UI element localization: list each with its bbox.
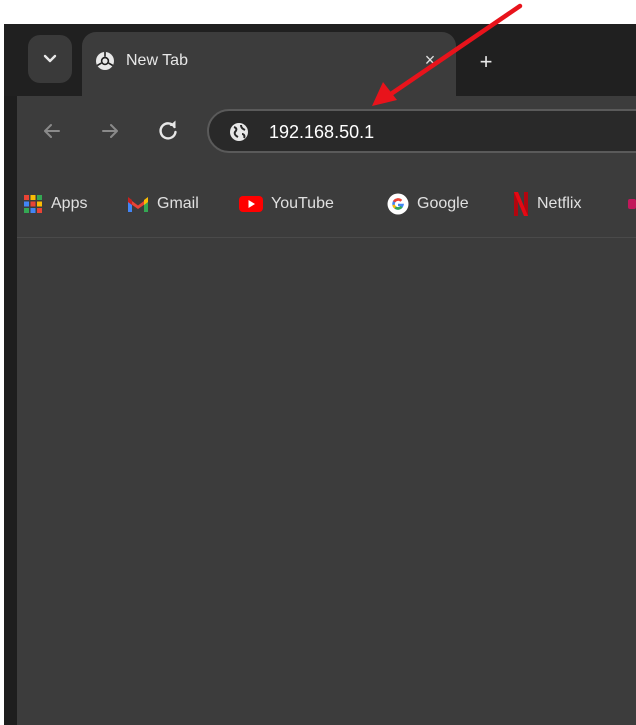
chevron-down-icon xyxy=(43,54,57,63)
chrome-icon xyxy=(96,52,114,70)
bookmark-label: Gmail xyxy=(157,195,199,212)
netflix-icon xyxy=(514,192,528,216)
tab-search-button[interactable] xyxy=(28,35,72,83)
bookmark-gmail[interactable]: Gmail xyxy=(127,192,199,216)
gmail-icon xyxy=(128,197,148,212)
youtube-icon xyxy=(239,196,263,212)
bookmark-label: Google xyxy=(417,195,469,212)
bookmark-netflix[interactable]: Netflix xyxy=(513,192,581,216)
page-content xyxy=(17,238,636,725)
annotation-arrow xyxy=(372,3,523,106)
bookmark-partial-icon xyxy=(628,199,636,209)
address-input[interactable]: 192.168.50.1 xyxy=(269,122,374,143)
toolbar: 192.168.50.1 xyxy=(17,96,636,166)
tab-strip: New Tab × + xyxy=(4,24,636,96)
bookmark-label: Apps xyxy=(51,195,88,212)
reload-icon[interactable] xyxy=(155,118,181,144)
bookmark-overflow[interactable] xyxy=(628,192,636,216)
forward-arrow-icon[interactable] xyxy=(97,118,123,144)
bookmark-youtube[interactable]: YouTube xyxy=(239,192,334,216)
back-arrow-icon[interactable] xyxy=(39,118,65,144)
window-left-edge xyxy=(4,24,17,725)
bookmark-label: Netflix xyxy=(537,195,582,212)
address-bar[interactable]: 192.168.50.1 xyxy=(207,109,636,153)
bookmark-google[interactable]: Google xyxy=(387,192,469,216)
globe-icon[interactable] xyxy=(229,122,249,142)
browser-window: New Tab × + 192.168.50.1 Apps Gmail YouT… xyxy=(4,24,636,725)
apps-grid-icon xyxy=(24,195,42,213)
bookmarks-bar: Apps Gmail YouTube Google Netflix xyxy=(17,166,636,238)
bookmark-label: YouTube xyxy=(271,195,334,212)
google-icon xyxy=(387,193,409,215)
tab-title: New Tab xyxy=(126,52,188,69)
bookmark-apps[interactable]: Apps xyxy=(23,192,87,216)
